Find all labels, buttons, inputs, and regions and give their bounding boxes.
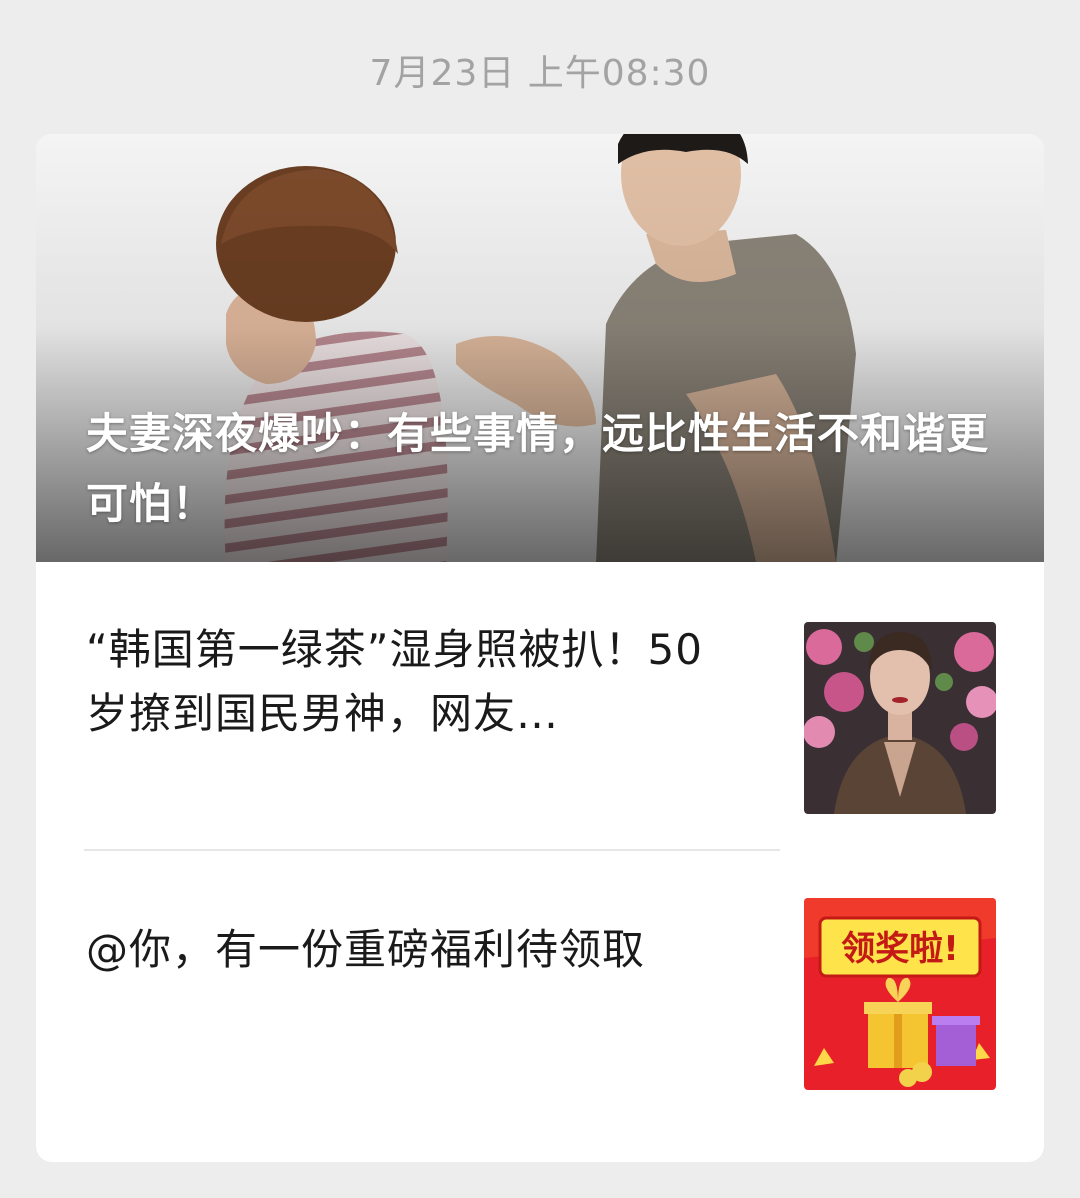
prize-gift-icon: 领奖啦! bbox=[804, 898, 996, 1090]
article-title-1: “韩国第一绿茶”湿身照被扒！50 岁撩到国民男神，网友… bbox=[86, 625, 703, 738]
prize-banner-text: 领奖啦! bbox=[841, 929, 959, 969]
article-card: 夫妻深夜爆吵：有些事情，远比性生活不和谐更可怕！ “韩国第一绿茶”湿身照被扒！5… bbox=[36, 134, 1044, 1162]
cover-article-title: 夫妻深夜爆吵：有些事情，远比性生活不和谐更可怕！ bbox=[86, 409, 990, 528]
article-title-2: @你，有一份重磅福利待领取 bbox=[86, 925, 646, 974]
woman-portrait-icon bbox=[804, 622, 996, 814]
message-timestamp: 7月23日 上午08:30 bbox=[369, 53, 711, 94]
cover-article[interactable]: 夫妻深夜爆吵：有些事情，远比性生活不和谐更可怕！ bbox=[36, 134, 1044, 562]
article-thumbnail-2: 领奖啦! bbox=[804, 898, 996, 1090]
article-item-2[interactable]: @你，有一份重磅福利待领取 领奖啦! bbox=[36, 850, 1044, 1162]
article-item-1[interactable]: “韩国第一绿茶”湿身照被扒！50 岁撩到国民男神，网友… bbox=[36, 562, 1044, 850]
article-thumbnail-1 bbox=[804, 622, 996, 814]
